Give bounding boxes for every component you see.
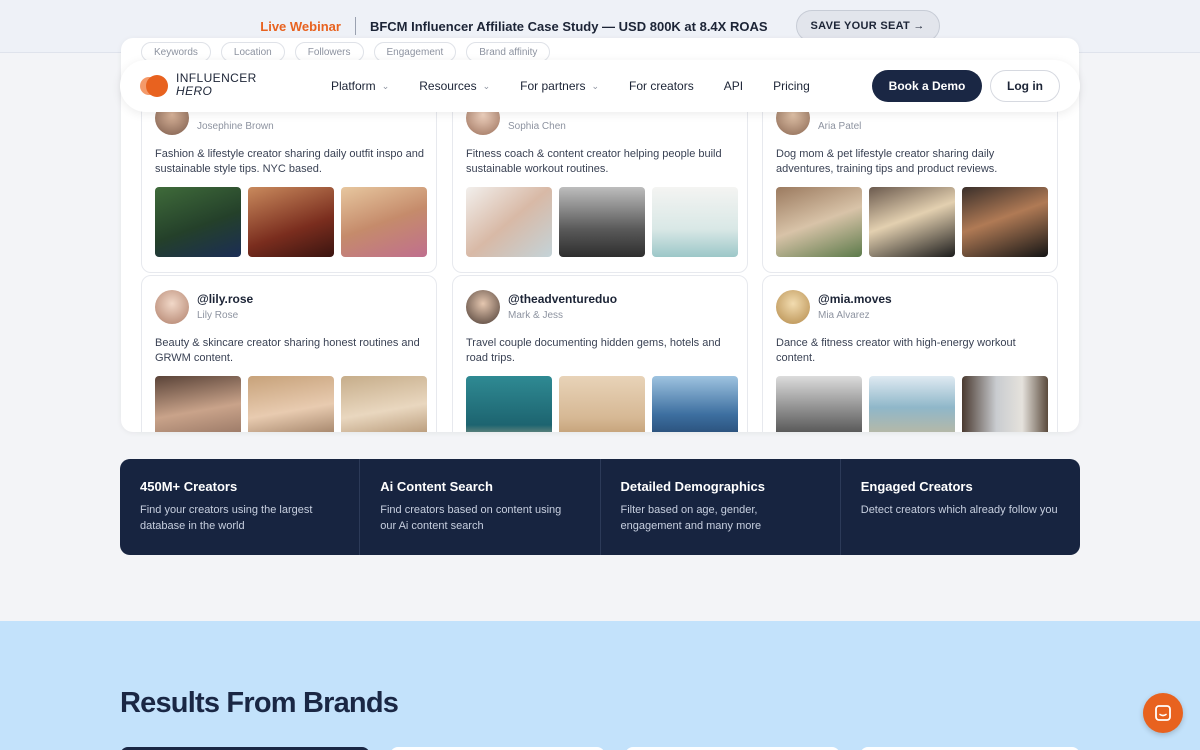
content-photo[interactable] xyxy=(466,376,552,432)
creator-name: Josephine Brown xyxy=(197,121,274,132)
content-photo[interactable] xyxy=(962,187,1048,257)
filter-chip[interactable]: Followers xyxy=(294,42,364,62)
creator-photos xyxy=(155,376,427,432)
content-photo[interactable] xyxy=(559,187,645,257)
creator-bio: Dog mom & pet lifestyle creator sharing … xyxy=(776,148,998,175)
nav-item-api[interactable]: API xyxy=(724,79,743,93)
nav-item-pricing[interactable]: Pricing xyxy=(773,79,810,93)
avatar xyxy=(466,290,500,324)
content-photo[interactable] xyxy=(652,187,738,257)
filter-chips: Keywords Location Followers Engagement B… xyxy=(141,42,551,62)
filter-chip[interactable]: Brand affinity xyxy=(466,42,551,62)
nav-item-for-creators[interactable]: For creators xyxy=(629,79,694,93)
content-photo[interactable] xyxy=(962,376,1048,432)
results-section: Results From Brands xyxy=(0,621,1200,750)
creator-bio: Dance & fitness creator with high-energy… xyxy=(776,337,1016,364)
creator-handle[interactable]: @mia.moves xyxy=(818,292,892,306)
feature-title: Ai Content Search xyxy=(380,479,493,494)
logo-wordmark: INFLUENCER HERO xyxy=(176,71,257,98)
content-photo[interactable] xyxy=(776,376,862,432)
chat-launcher-button[interactable] xyxy=(1143,693,1183,733)
content-photo[interactable] xyxy=(869,376,955,432)
content-photo[interactable] xyxy=(155,187,241,257)
results-heading: Results From Brands xyxy=(120,687,399,719)
main-navbar: INFLUENCER HERO Platform ⌄ Resources ⌄ For… xyxy=(120,60,1080,112)
nav-menu: Platform ⌄ Resources ⌄ For partners ⌄ For c… xyxy=(331,60,810,112)
feature-title: 450M+ Creators xyxy=(140,479,238,494)
content-photo[interactable] xyxy=(248,187,334,257)
creator-card[interactable]: @theadventureduo Mark & Jess Travel coup… xyxy=(452,275,748,432)
creator-photos xyxy=(466,376,738,432)
creator-photos xyxy=(466,187,738,257)
creator-bio: Travel couple documenting hidden gems, h… xyxy=(466,337,721,364)
book-demo-button[interactable]: Book a Demo xyxy=(872,70,982,102)
filter-chip[interactable]: Engagement xyxy=(373,42,457,62)
creator-photos xyxy=(776,376,1048,432)
logo-icon xyxy=(140,73,168,97)
content-photo[interactable] xyxy=(341,376,427,432)
chat-icon xyxy=(1155,705,1171,721)
features-strip: 450M+ Creators Find your creators using … xyxy=(120,459,1080,555)
creator-name: Lily Rose xyxy=(197,310,239,321)
content-photo[interactable] xyxy=(652,376,738,432)
creator-handle[interactable]: @lily.rose xyxy=(197,292,253,306)
creator-card[interactable]: @lily.rose Lily Rose Beauty & skincare c… xyxy=(141,275,437,432)
feature-demographics: Detailed Demographics Filter based on ag… xyxy=(601,459,841,555)
feature-desc: Find creators based on content using our… xyxy=(380,504,562,532)
nav-item-platform[interactable]: Platform ⌄ xyxy=(331,79,389,93)
filter-chip[interactable]: Keywords xyxy=(141,42,211,62)
nav-item-resources[interactable]: Resources ⌄ xyxy=(419,79,490,93)
content-photo[interactable] xyxy=(559,376,645,432)
chevron-down-icon: ⌄ xyxy=(482,80,491,91)
feature-engaged: Engaged Creators Detect creators which a… xyxy=(841,459,1080,555)
feature-title: Engaged Creators xyxy=(860,479,973,494)
login-button[interactable]: Log in xyxy=(990,70,1060,102)
creator-name: Mia Alvarez xyxy=(818,310,870,321)
creator-name: Sophia Chen xyxy=(508,121,566,132)
content-photo[interactable] xyxy=(869,187,955,257)
feature-ai-search: Ai Content Search Find creators based on… xyxy=(360,459,601,555)
content-photo[interactable] xyxy=(248,376,334,432)
webinar-title[interactable]: BFCM Influencer Affiliate Case Study — U… xyxy=(370,19,768,34)
divider xyxy=(354,17,356,35)
content-photo[interactable] xyxy=(776,187,862,257)
feature-desc: Filter based on age, gender, engagement … xyxy=(620,504,762,532)
feature-creators: 450M+ Creators Find your creators using … xyxy=(120,459,361,555)
creator-card[interactable]: @mia.moves Mia Alvarez Dance & fitness c… xyxy=(762,275,1058,432)
creator-bio: Fashion & lifestyle creator sharing dail… xyxy=(155,148,425,175)
creator-name: Aria Patel xyxy=(818,121,862,132)
content-photo[interactable] xyxy=(466,187,552,257)
creator-name: Mark & Jess xyxy=(508,310,564,321)
live-webinar-label[interactable]: Live Webinar xyxy=(260,19,341,34)
nav-item-for-partners[interactable]: For partners ⌄ xyxy=(520,79,599,93)
avatar xyxy=(155,290,189,324)
content-photo[interactable] xyxy=(155,376,241,432)
creator-bio: Beauty & skincare creator sharing honest… xyxy=(155,337,420,364)
chevron-down-icon: ⌄ xyxy=(591,80,600,91)
creator-bio: Fitness coach & content creator helping … xyxy=(466,148,722,175)
creator-card[interactable]: Aria Patel Dog mom & pet lifestyle creat… xyxy=(762,86,1058,273)
creator-card[interactable]: Josephine Brown Fashion & lifestyle crea… xyxy=(141,86,437,273)
content-photo[interactable] xyxy=(341,187,427,257)
avatar xyxy=(776,290,810,324)
chevron-down-icon: ⌄ xyxy=(381,80,390,91)
creator-handle[interactable]: @theadventureduo xyxy=(508,292,617,306)
feature-title: Detailed Demographics xyxy=(620,479,766,494)
feature-desc: Detect creators which already follow you xyxy=(860,504,1058,516)
creator-photos xyxy=(155,187,427,257)
creator-photos xyxy=(776,187,1048,257)
filter-chip[interactable]: Location xyxy=(220,42,285,62)
influencer-hero-logo[interactable]: INFLUENCER HERO xyxy=(140,72,257,98)
feature-desc: Find your creators using the largest dat… xyxy=(140,504,313,532)
creator-card[interactable]: Sophia Chen Fitness coach & content crea… xyxy=(452,86,748,273)
